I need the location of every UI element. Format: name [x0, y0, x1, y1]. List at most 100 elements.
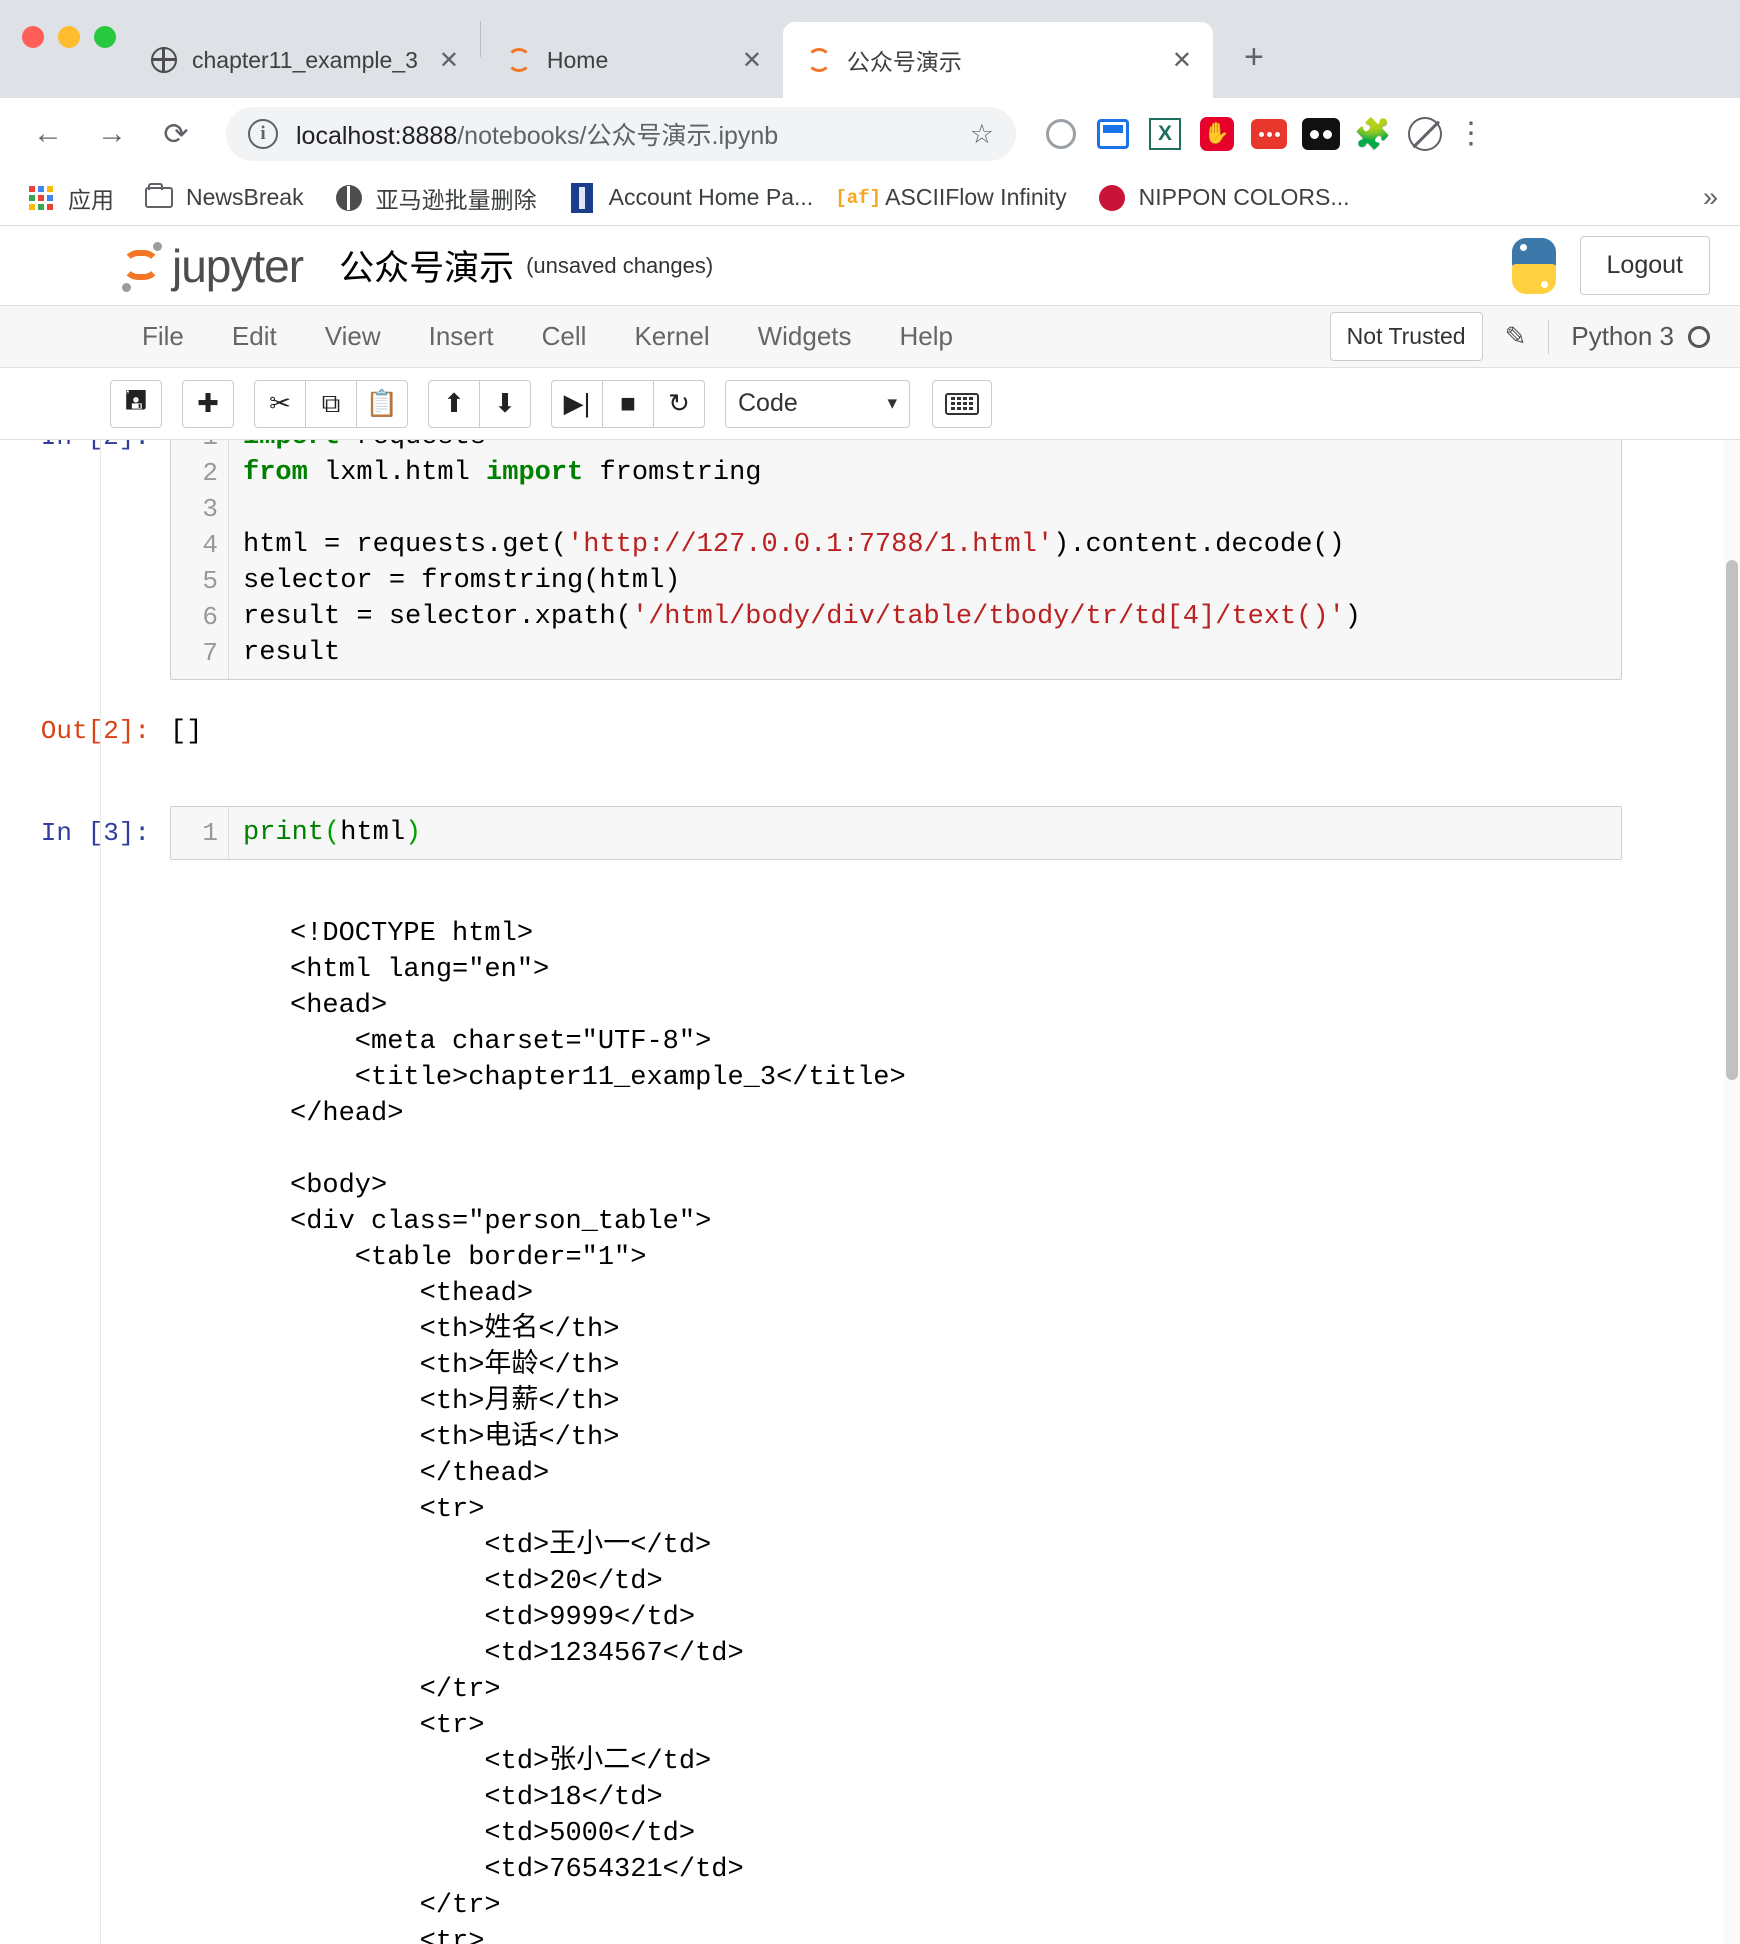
cell-input-area[interactable]: 1 print(html) [170, 806, 1622, 860]
toolbar-group-add: ✚ [182, 380, 234, 428]
jupyter-logo-icon [118, 240, 166, 292]
browser-tab-3-active[interactable]: 公众号演示 ✕ [783, 22, 1213, 98]
blue-window-extension-icon[interactable] [1094, 115, 1132, 153]
page-scrollbar[interactable] [1724, 440, 1740, 1944]
bookmarks-overflow-icon[interactable]: » [1703, 182, 1718, 213]
toolbar-group-run: ▶| ■ ↻ [551, 380, 705, 428]
code-line-1: print(html) [243, 815, 1621, 851]
close-tab-icon[interactable]: ✕ [1167, 45, 1197, 75]
menu-insert[interactable]: Insert [405, 321, 518, 352]
menu-kernel[interactable]: Kernel [610, 321, 733, 352]
tab-title: chapter11_example_3 [192, 47, 418, 74]
maximize-window-button[interactable] [94, 26, 116, 48]
code-editor[interactable]: import requestsfrom lxml.html import fro… [229, 440, 1621, 679]
site-info-icon[interactable]: i [248, 119, 278, 149]
notebook-output-out-2: Out[2]: [] [0, 704, 1740, 750]
jupyter-notebook-app: jupyter 公众号演示 (unsaved changes) Logout F… [0, 226, 1740, 1944]
apps-grid-icon [26, 183, 56, 213]
trust-status-badge[interactable]: Not Trusted [1330, 312, 1483, 361]
bookmark-account-home[interactable]: Account Home Pa... [567, 183, 814, 213]
toolbar-group-move: ⬆ ⬇ [428, 380, 531, 428]
close-tab-icon[interactable]: ✕ [737, 45, 767, 75]
jupyter-logo-text: jupyter [172, 239, 303, 293]
red-hand-extension-icon[interactable]: ✋ [1198, 115, 1236, 153]
code-line-7: result [243, 635, 1621, 671]
bookmark-amazon-batch-delete[interactable]: 亚马逊批量删除 [334, 181, 537, 215]
notebook-cell-in-2[interactable]: In [2]: 1234567 import requestsfrom lxml… [0, 440, 1740, 680]
address-bar[interactable]: i localhost:8888/notebooks/公众号演示.ipynb ☆ [226, 107, 1016, 161]
move-cell-down-button[interactable]: ⬇ [479, 380, 531, 428]
jupyter-toolbar: 🖪 ✚ ✂ ⧉ 📋 ⬆ ⬇ ▶| ■ ↻ Code ▾ [0, 368, 1740, 440]
save-button[interactable]: 🖪 [110, 380, 162, 428]
code-line-6: result = selector.xpath('/html/body/div/… [243, 599, 1621, 635]
menu-help[interactable]: Help [876, 321, 977, 352]
notebook-cell-in-3[interactable]: In [3]: 1 print(html) [0, 806, 1740, 860]
toolbar-group-save: 🖪 [110, 380, 162, 428]
minimize-window-button[interactable] [58, 26, 80, 48]
bookmarks-bar: 应用 NewsBreak 亚马逊批量删除 Account Home Pa... … [0, 170, 1740, 226]
close-tab-icon[interactable]: ✕ [434, 45, 464, 75]
red-dots-extension-icon[interactable] [1250, 115, 1288, 153]
kernel-name-label: Python 3 [1571, 321, 1674, 352]
globe-icon [334, 183, 364, 213]
divider [1548, 320, 1549, 354]
paste-cell-button[interactable]: 📋 [356, 380, 408, 428]
bookmark-nippon-colors[interactable]: NIPPON COLORS... [1097, 183, 1350, 213]
menu-view[interactable]: View [301, 321, 405, 352]
x-extension-icon[interactable]: X [1146, 115, 1184, 153]
restart-kernel-button[interactable]: ↻ [653, 380, 705, 428]
cut-cell-button[interactable]: ✂ [254, 380, 306, 428]
puzzle-extension-icon[interactable]: 🧩 [1354, 115, 1392, 153]
line-numbers: 1234567 [171, 440, 229, 679]
save-status: (unsaved changes) [526, 253, 713, 279]
menu-file[interactable]: File [118, 321, 208, 352]
new-tab-button[interactable]: + [1229, 32, 1279, 82]
scrollbar-thumb[interactable] [1726, 560, 1738, 1080]
code-line-5: selector = fromstring(html) [243, 563, 1621, 599]
jupyter-header: jupyter 公众号演示 (unsaved changes) Logout [0, 226, 1740, 306]
logout-button[interactable]: Logout [1580, 236, 1710, 295]
move-cell-up-button[interactable]: ⬆ [428, 380, 480, 428]
bookmark-apps[interactable]: 应用 [26, 181, 114, 215]
menu-edit[interactable]: Edit [208, 321, 301, 352]
close-window-button[interactable] [22, 26, 44, 48]
circle-extension-icon[interactable] [1042, 115, 1080, 153]
notebook-title[interactable]: 公众号演示 [339, 240, 514, 291]
run-cell-button[interactable]: ▶| [551, 380, 603, 428]
insert-cell-button[interactable]: ✚ [182, 380, 234, 428]
reload-icon[interactable]: ⟳ [150, 108, 202, 160]
cell-input-area[interactable]: 1234567 import requestsfrom lxml.html im… [170, 440, 1622, 680]
bookmark-label: Account Home Pa... [609, 184, 814, 211]
cell-type-value: Code [738, 389, 798, 418]
code-line-4: html = requests.get('http://127.0.0.1:77… [243, 527, 1621, 563]
jupyter-logo[interactable]: jupyter [118, 239, 303, 293]
cell-type-select[interactable]: Code ▾ [725, 380, 910, 428]
bookmark-newsbreak[interactable]: NewsBreak [144, 183, 304, 213]
forward-icon[interactable]: → [86, 108, 138, 160]
pocket-extension-icon[interactable] [1302, 115, 1340, 153]
back-icon[interactable]: ← [22, 108, 74, 160]
cell-prompt: In [3]: [0, 806, 170, 848]
bookmark-asciiflow[interactable]: [af] ASCIIFlow Infinity [843, 183, 1067, 213]
blocked-extension-icon[interactable] [1406, 115, 1444, 153]
keyboard-icon [945, 393, 979, 415]
browser-tab-2[interactable]: Home ✕ [483, 22, 783, 98]
window-traffic-lights [22, 26, 116, 48]
browser-menu-icon[interactable]: ⋮ [1456, 122, 1486, 146]
extension-icons: X ✋ 🧩 [1042, 115, 1444, 153]
bookmark-star-icon[interactable]: ☆ [970, 119, 994, 150]
url-host: localhost:8888 [296, 122, 457, 150]
menu-cell[interactable]: Cell [518, 321, 611, 352]
python-logo-icon [1506, 238, 1562, 294]
notebook-body[interactable]: In [2]: 1234567 import requestsfrom lxml… [0, 440, 1740, 1944]
browser-tab-1[interactable]: chapter11_example_3 ✕ [128, 22, 480, 98]
command-palette-button[interactable] [932, 380, 992, 428]
menu-widgets[interactable]: Widgets [734, 321, 876, 352]
bookmark-label: 应用 [68, 181, 114, 215]
code-editor[interactable]: print(html) [229, 807, 1621, 859]
interrupt-kernel-button[interactable]: ■ [602, 380, 654, 428]
browser-window: chapter11_example_3 ✕ Home ✕ 公众号演示 ✕ + [0, 0, 1740, 1944]
copy-cell-button[interactable]: ⧉ [305, 380, 357, 428]
browser-navigation-bar: ← → ⟳ i localhost:8888/notebooks/公众号演示.i… [0, 98, 1740, 170]
tab-divider [480, 21, 481, 57]
